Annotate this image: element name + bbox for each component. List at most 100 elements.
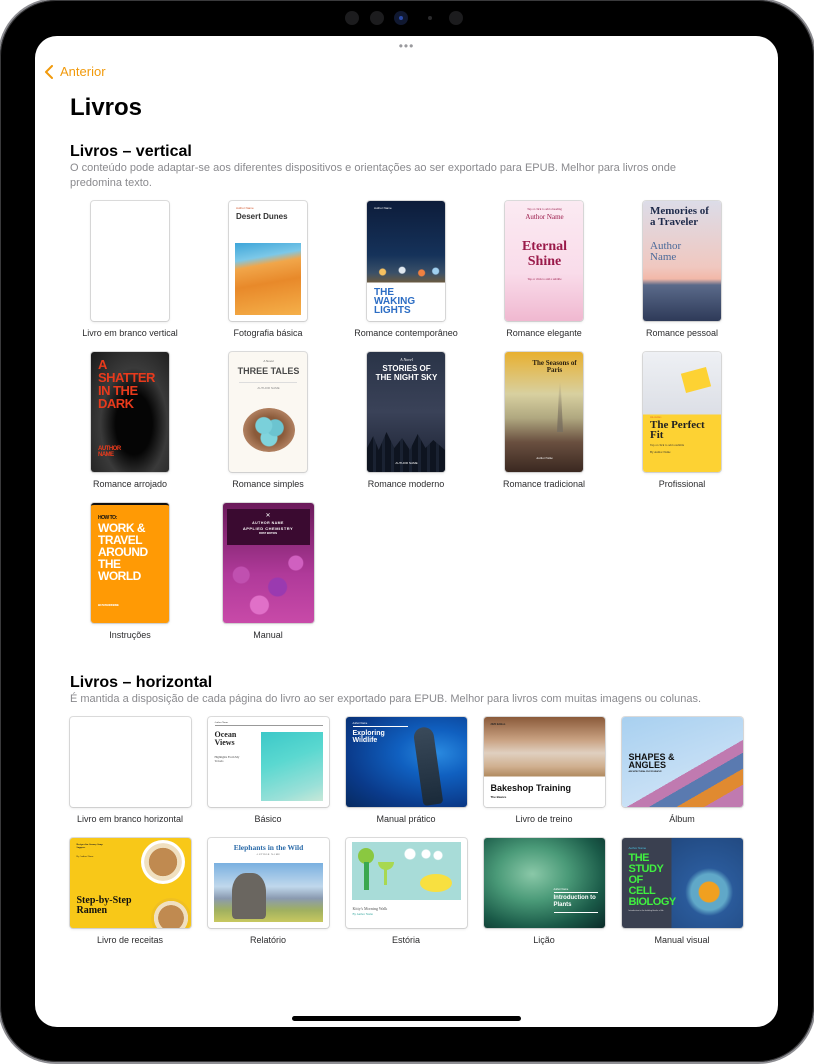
template-album[interactable]: SHAPES & ANGLES ARCHITECTURAL PHOTOGRAPH… (621, 717, 743, 824)
desert-photo (235, 243, 301, 315)
template-professional[interactable]: HEADING The Perfect Fit Tap or click to … (622, 352, 742, 489)
clouds-image (403, 847, 444, 861)
template-label: Manual (253, 630, 283, 640)
template-thumbnail: Author Name THE STUDY OF CELL BIOLOGY In… (621, 838, 743, 928)
template-label: Romance moderno (367, 479, 445, 489)
template-label: Romance pessoal (645, 328, 719, 338)
template-thumbnail: HOW TO: WORK & TRAVEL AROUND THE WORLD B… (91, 503, 169, 623)
template-thumbnail: Author Name THE WAKING LIGHTS (367, 201, 445, 321)
template-thumbnail (91, 201, 169, 321)
template-label: Romance arrojado (92, 479, 168, 489)
back-label: Anterior (60, 64, 106, 79)
eiffel-tower-image (557, 382, 563, 432)
template-thumbnail (69, 717, 191, 807)
template-how-to[interactable]: HOW TO: WORK & TRAVEL AROUND THE WORLD B… (70, 503, 190, 640)
ramen-bowl-image (150, 898, 191, 928)
sea-lion-image (412, 725, 443, 807)
sensor-dot-icon (428, 16, 432, 20)
template-thumbnail: Author Name Desert Dunes (229, 201, 307, 321)
template-practical-manual[interactable]: Author Name Exploring Wildlife Manual pr… (345, 717, 467, 824)
template-thumbnail: ✕ AUTHOR NAME APPLIED CHEMISTRY FIRST ED… (222, 503, 314, 623)
sensor-icon (345, 11, 359, 25)
template-lesson[interactable]: Author Name Introduction to Plants Lição (483, 838, 605, 945)
template-label: Lição (533, 935, 555, 945)
camera-array (345, 8, 470, 28)
multitasking-handle[interactable]: ••• (35, 40, 778, 52)
template-thumbnail: Recipes for Savory Soup Suppers By Autho… (69, 838, 191, 928)
template-thumbnail: SHAPES & ANGLES ARCHITECTURAL PHOTOGRAPH… (621, 717, 743, 807)
camera-icon (394, 11, 408, 25)
template-cookbook[interactable]: Recipes for Savory Soup Suppers By Autho… (69, 838, 191, 945)
sensor-icon (449, 11, 463, 25)
template-simple-novel[interactable]: A Novel THREE TALES AUTHOR NAME Romance … (208, 352, 328, 489)
home-indicator[interactable] (292, 1016, 521, 1021)
template-thumbnail: Kitty's Morning Walk By Author Name (345, 838, 467, 928)
section-description-vertical: O conteúdo pode adaptar-se aos diferente… (70, 162, 676, 189)
template-label: Manual visual (654, 935, 710, 945)
template-thumbnail: Elephants in the Wild AUTHOR NAME (207, 838, 329, 928)
template-thumbnail: A Novel STORIES OF THE NIGHT SKY AUTHOR … (367, 352, 445, 472)
template-thumbnail: A SHATTER IN THE DARK AUTHOR NAME (91, 352, 169, 472)
elephant-photo (213, 863, 323, 922)
template-label: Fotografia básica (233, 328, 303, 338)
template-label: Livro em branco horizontal (76, 814, 184, 824)
template-visual-manual[interactable]: Author Name THE STUDY OF CELL BIOLOGY In… (621, 838, 743, 945)
template-report[interactable]: Elephants in the Wild AUTHOR NAME Relató… (207, 838, 329, 945)
template-personal-novel[interactable]: Memories of a Traveler Author Name Roman… (622, 201, 742, 338)
screen: ••• Anterior Livros Livros – vertical O … (35, 36, 778, 1027)
ocean-photo (260, 732, 323, 801)
template-thumbnail: Author Name Introduction to Plants (483, 838, 605, 928)
template-elegant-novel[interactable]: Tap or click to add a heading Author Nam… (484, 201, 604, 338)
template-thumbnail: Memories of a Traveler Author Name (643, 201, 721, 321)
template-thumbnail: 2020 Edition Bakeshop Training The Basic… (483, 717, 605, 807)
template-label: Relatório (249, 935, 287, 945)
template-blank-landscape[interactable]: Livro em branco horizontal (69, 717, 191, 824)
template-contemporary-novel[interactable]: Author Name THE WAKING LIGHTS Romance co… (346, 201, 466, 338)
template-story[interactable]: Kitty's Morning Walk By Author Name Estó… (345, 838, 467, 945)
template-thumbnail: HEADING The Perfect Fit Tap or click to … (643, 352, 721, 472)
template-thumbnail: Author Name Ocean Views Highlights From … (207, 717, 329, 807)
template-label: Instruções (109, 630, 151, 640)
template-blank-portrait[interactable]: Livro em branco vertical (70, 201, 190, 338)
ipad-bezel: ••• Anterior Livros Livros – vertical O … (0, 0, 814, 1062)
template-modern-novel[interactable]: A Novel STORIES OF THE NIGHT SKY AUTHOR … (346, 352, 466, 489)
bokeh-lights (367, 263, 445, 281)
template-label: Romance tradicional (502, 479, 586, 489)
template-label: Profissional (658, 479, 706, 489)
template-thumbnail: A Novel THREE TALES AUTHOR NAME (229, 352, 307, 472)
logo-icon: ✕ (265, 513, 271, 519)
cat-image (419, 874, 452, 892)
puzzle-piece-image (680, 366, 712, 394)
template-label: Livro em branco vertical (82, 328, 178, 338)
back-button[interactable]: Anterior (44, 64, 106, 79)
template-label: Romance contemporâneo (354, 328, 458, 338)
template-label: Romance simples (232, 479, 304, 489)
story-illustration (351, 842, 461, 900)
page-title: Livros (70, 94, 143, 121)
template-bold-novel[interactable]: A SHATTER IN THE DARK AUTHOR NAME Romanc… (70, 352, 190, 489)
template-basic[interactable]: Author Name Ocean Views Highlights From … (207, 717, 329, 824)
title-panel: ✕ AUTHOR NAME APPLIED CHEMISTRY FIRST ED… (226, 509, 310, 545)
template-thumbnail: Author Name Exploring Wildlife (345, 717, 467, 807)
sensor-icon (370, 11, 384, 25)
template-manual[interactable]: ✕ AUTHOR NAME APPLIED CHEMISTRY FIRST ED… (208, 503, 328, 640)
elephant-image (231, 873, 266, 919)
template-label: Manual prático (376, 814, 436, 824)
template-label: Livro de treino (515, 814, 573, 824)
ramen-bowl-image (140, 840, 185, 884)
template-label: Romance elegante (506, 328, 582, 338)
section-title-horizontal: Livros – horizontal (70, 674, 213, 691)
template-label: Estória (391, 935, 420, 945)
chevron-left-icon (45, 64, 53, 79)
template-basic-photo[interactable]: Author Name Desert Dunes Fotografia bási… (208, 201, 328, 338)
nest-image (243, 408, 295, 452)
template-thumbnail: The Seasons of Paris Author Name (505, 352, 583, 472)
template-training-book[interactable]: 2020 Edition Bakeshop Training The Basic… (483, 717, 605, 824)
template-label: Álbum (669, 814, 695, 824)
section-title-vertical: Livros – vertical (70, 143, 192, 160)
template-label: Básico (254, 814, 282, 824)
template-traditional-novel[interactable]: The Seasons of Paris Author Name Romance… (484, 352, 604, 489)
section-description-horizontal: É mantida a disposição de cada página do… (70, 693, 702, 705)
template-thumbnail: Tap or click to add a heading Author Nam… (505, 201, 583, 321)
trees-silhouette (367, 432, 445, 472)
